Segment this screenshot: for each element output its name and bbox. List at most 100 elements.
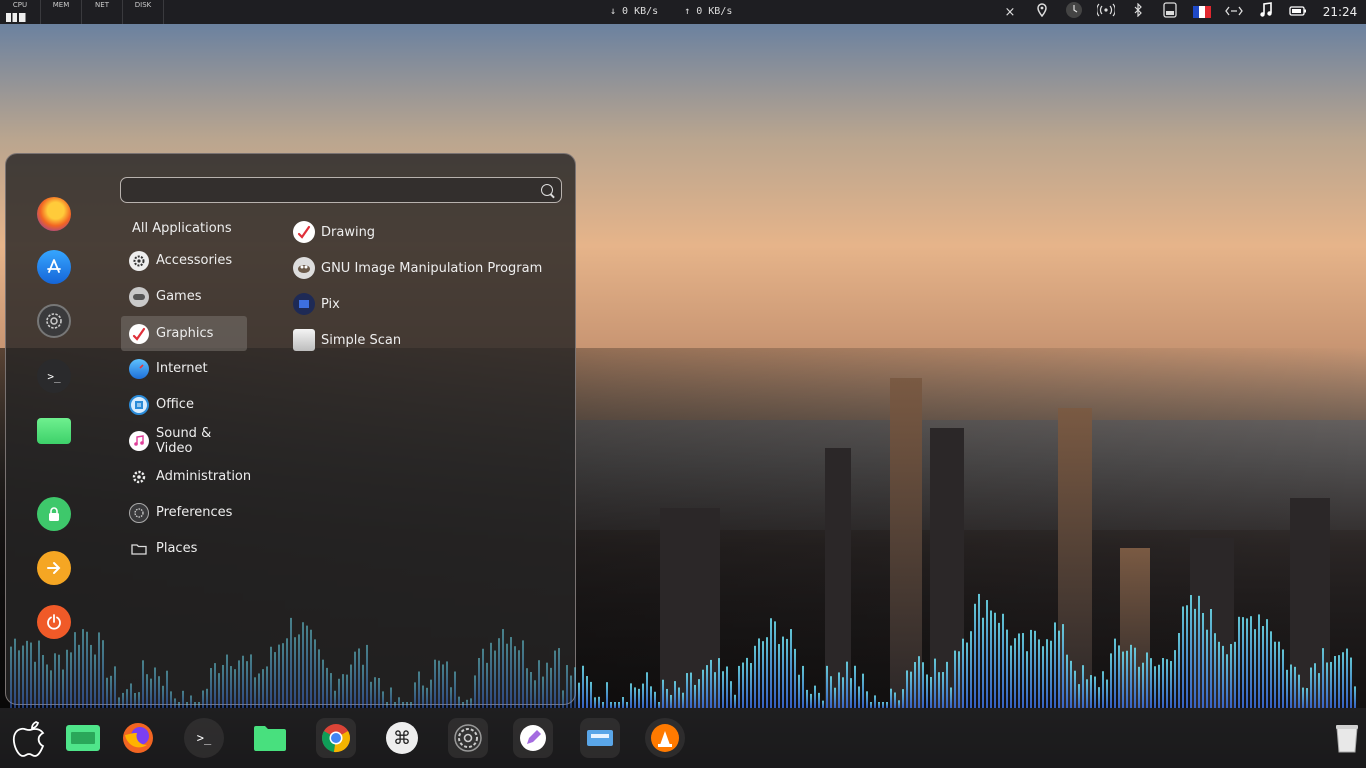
visualizer-bar	[238, 660, 240, 708]
drawing-icon[interactable]	[513, 718, 553, 758]
visualizer-bar	[818, 692, 820, 708]
location-icon[interactable]	[1026, 3, 1058, 21]
flag-fr-icon[interactable]	[1186, 5, 1218, 20]
visualizer-bar	[778, 644, 780, 708]
storage-icon[interactable]	[1154, 2, 1186, 22]
visualizer-bar	[598, 696, 600, 708]
terminal-icon[interactable]: >_	[37, 359, 71, 393]
chrome-icon[interactable]	[316, 718, 356, 758]
visualizer-bar	[90, 644, 92, 708]
visualizer-bar	[570, 675, 572, 708]
visualizer-bar	[754, 645, 756, 708]
visualizer-bar	[594, 697, 596, 708]
visualizer-bar	[534, 680, 536, 708]
visualizer-bar	[1254, 629, 1256, 708]
visualizer-bar	[646, 672, 648, 708]
battery-icon[interactable]	[1282, 5, 1314, 20]
app-pix[interactable]: Pix	[290, 289, 340, 319]
visualizer-bar	[554, 650, 556, 708]
settings-icon[interactable]	[37, 304, 71, 338]
category-internet[interactable]: Internet	[121, 351, 247, 386]
command-icon[interactable]: ⌘	[382, 718, 422, 758]
disk-monitor[interactable]: DISK	[123, 0, 164, 24]
logout-icon[interactable]	[37, 551, 71, 585]
visualizer-bar	[694, 684, 696, 708]
visualizer-bar	[1354, 686, 1356, 708]
app-simple-scan[interactable]: Simple Scan	[290, 325, 401, 355]
music-icon[interactable]	[1250, 2, 1282, 22]
visualizer-bar	[322, 659, 324, 708]
category-accessories[interactable]: Accessories	[121, 243, 247, 278]
bluetooth-icon[interactable]	[1122, 2, 1154, 21]
folder-icon[interactable]	[37, 418, 71, 444]
firefox-icon[interactable]	[118, 718, 158, 758]
visualizer-bar	[1286, 669, 1288, 708]
file-manager-icon[interactable]	[63, 718, 103, 758]
visualizer-bar	[906, 670, 908, 708]
network-icon[interactable]	[1218, 5, 1250, 20]
app-store-icon[interactable]	[37, 250, 71, 284]
visualizer-bar	[714, 672, 716, 708]
visualizer-bar	[338, 678, 340, 708]
app-drawing[interactable]: Drawing	[290, 217, 375, 247]
visualizer-bar	[330, 673, 332, 708]
terminal-icon[interactable]: >_	[184, 718, 224, 758]
visualizer-bar	[1262, 626, 1264, 708]
visualizer-bar	[334, 690, 336, 708]
settings-icon[interactable]	[448, 718, 488, 758]
visualizer-bar	[1066, 654, 1068, 708]
category-all-applications[interactable]: All Applications	[132, 221, 232, 236]
visualizer-bar	[166, 670, 168, 708]
visualizer-bar	[978, 593, 980, 708]
close-icon[interactable]: ×	[994, 5, 1026, 20]
visualizer-bar	[214, 663, 216, 708]
vlc-icon[interactable]	[645, 718, 685, 758]
visualizer-bar	[1206, 629, 1208, 708]
visualizer-bar	[342, 674, 344, 708]
visualizer-bar	[426, 687, 428, 708]
category-office[interactable]: Office	[121, 387, 247, 422]
firefox-icon[interactable]	[37, 197, 71, 231]
apple-icon[interactable]	[9, 718, 49, 758]
visualizer-bar	[974, 603, 976, 708]
visualizer-bar	[770, 618, 772, 708]
category-graphics[interactable]: Graphics	[121, 316, 247, 351]
lock-icon[interactable]	[37, 497, 71, 531]
category-sound-video[interactable]: Sound & Video	[121, 423, 247, 458]
app-gimp[interactable]: GNU Image Manipulation Program	[290, 253, 542, 283]
wifi-icon[interactable]	[1090, 3, 1122, 21]
scanner-icon[interactable]	[580, 718, 620, 758]
visualizer-bar	[742, 662, 744, 708]
search-icon[interactable]	[541, 184, 553, 196]
folder-icon[interactable]	[250, 718, 290, 758]
visualizer-bar	[1142, 662, 1144, 708]
search-input[interactable]	[120, 177, 562, 203]
visualizer-bar	[382, 691, 384, 708]
visualizer-bar	[838, 672, 840, 708]
preferences-icon	[129, 502, 149, 523]
visualizer-bar	[1074, 670, 1076, 708]
visualizer-bar	[470, 698, 472, 708]
visualizer-bar	[1090, 675, 1092, 708]
visualizer-bar	[586, 676, 588, 708]
cpu-monitor[interactable]: CPU	[0, 0, 41, 24]
visualizer-bar	[146, 674, 148, 708]
mem-monitor[interactable]: MEM	[41, 0, 82, 24]
visualizer-bar	[1158, 664, 1160, 708]
category-places[interactable]: Places	[121, 531, 247, 566]
visualizer-bar	[982, 617, 984, 708]
clock[interactable]: 21:24	[1314, 5, 1366, 19]
visualizer-bar	[254, 677, 256, 708]
trash-icon[interactable]	[1327, 718, 1366, 758]
category-games[interactable]: Games	[121, 279, 247, 314]
clock-icon[interactable]	[1058, 1, 1090, 23]
net-monitor[interactable]: NET	[82, 0, 123, 24]
cpu-label: CPU	[12, 1, 28, 9]
top-panel: CPU MEM NET DISK ↓ 0 KB/s ↑ 0 KB/s × 21:…	[0, 0, 1366, 24]
category-preferences[interactable]: Preferences	[121, 495, 247, 530]
visualizer-bar	[222, 664, 224, 708]
category-administration[interactable]: Administration	[121, 459, 251, 494]
visualizer-bar	[526, 668, 528, 708]
category-label: Internet	[156, 361, 208, 376]
visualizer-bar	[174, 698, 176, 708]
